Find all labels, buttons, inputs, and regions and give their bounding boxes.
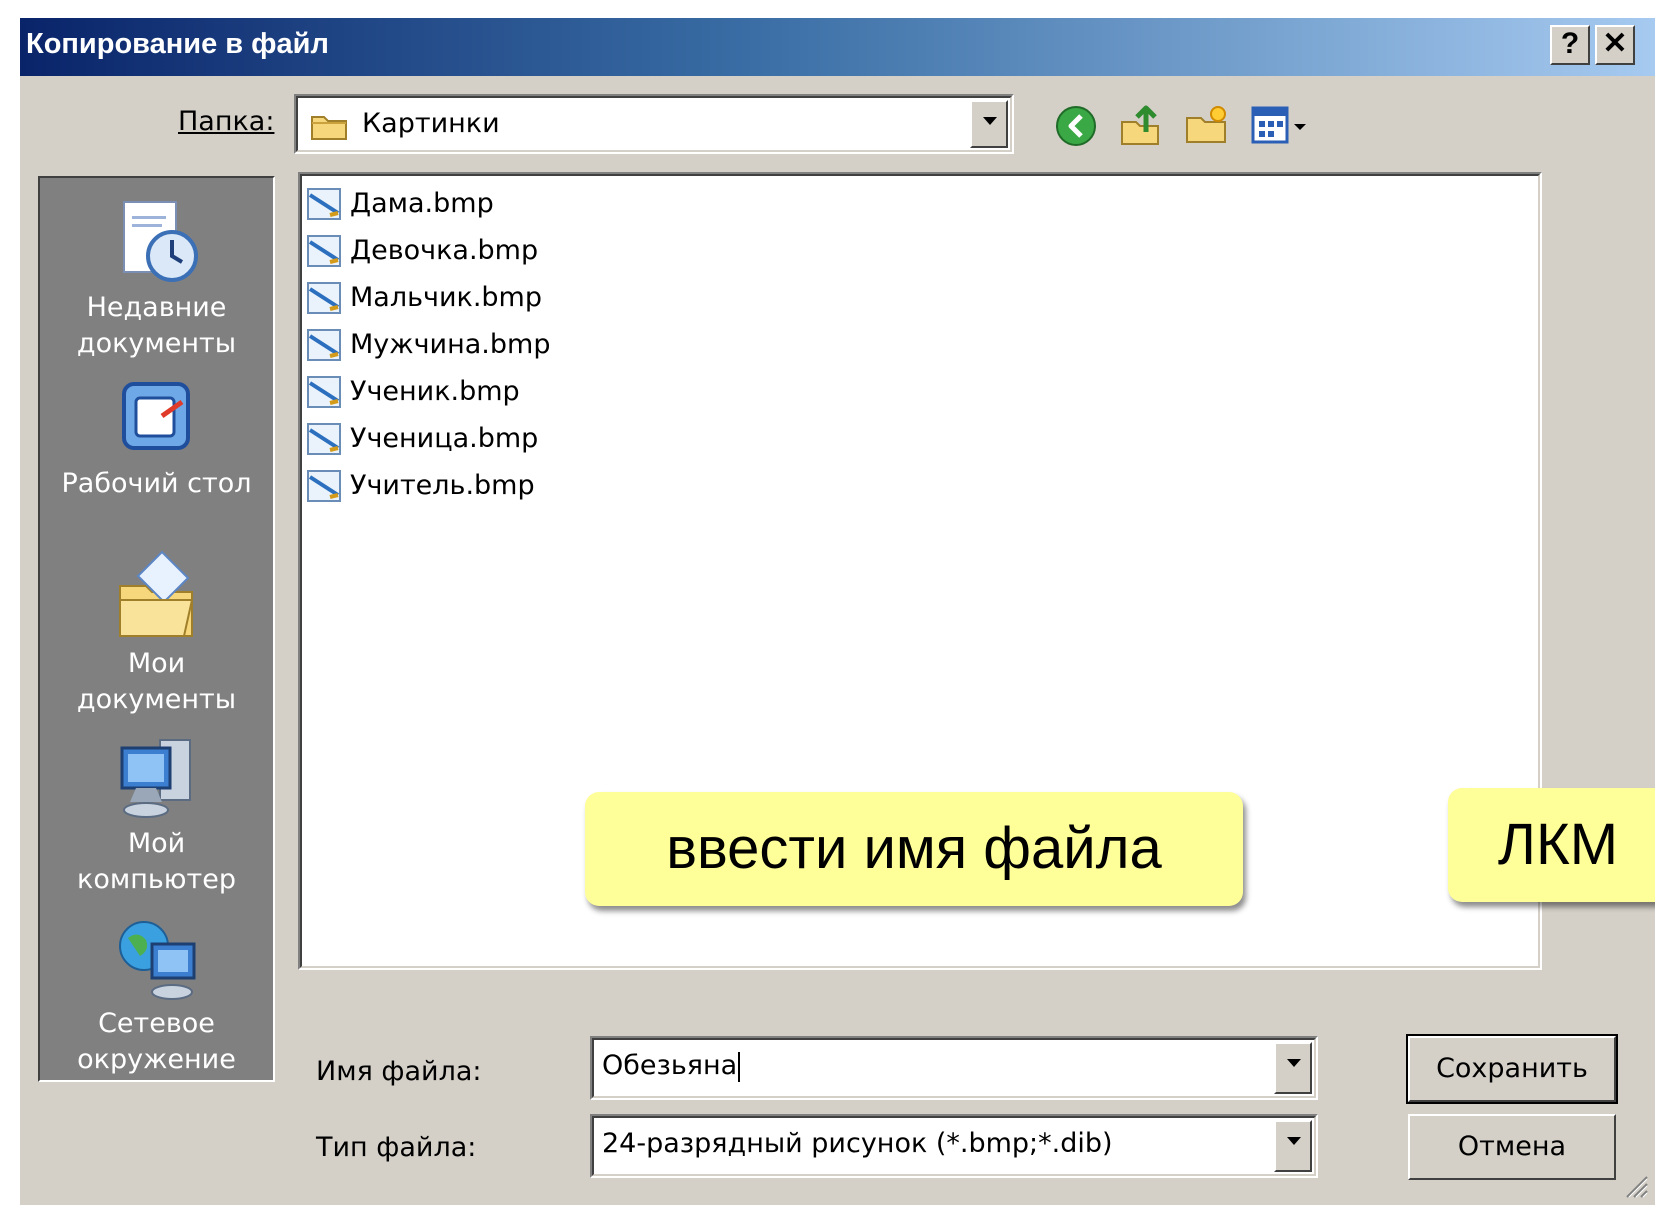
current-folder-name: Картинки [362, 108, 500, 139]
folder-label: Папка: [178, 106, 274, 137]
file-name: Мальчик.bmp [350, 281, 542, 313]
place-my-documents[interactable]: Мои документы [40, 546, 273, 718]
desktop-icon [121, 382, 190, 450]
help-button[interactable]: ? [1550, 25, 1590, 65]
file-item[interactable]: Девочка.bmp [306, 227, 538, 273]
my-computer-icon [120, 739, 191, 818]
network-icon [118, 921, 195, 1000]
recent-documents-icon [122, 201, 198, 282]
file-name: Учитель.bmp [350, 469, 535, 501]
new-folder-icon[interactable] [1184, 104, 1230, 148]
place-label: документы [76, 684, 237, 715]
view-menu-icon[interactable] [1250, 104, 1312, 148]
filename-label-text: Имя файла: [316, 1056, 482, 1087]
bitmap-file-icon [307, 235, 341, 267]
place-label: Сетевое [98, 1008, 215, 1039]
filetype-label: Тип файла: [316, 1132, 476, 1163]
back-icon[interactable] [1054, 104, 1098, 148]
file-name: Дама.bmp [350, 187, 494, 219]
file-name: Девочка.bmp [350, 234, 539, 266]
bitmap-file-icon [307, 282, 341, 314]
place-label: документы [76, 328, 237, 359]
file-item[interactable]: Ученик.bmp [306, 368, 520, 414]
filename-value: Обезьяна [602, 1050, 741, 1082]
close-button[interactable]: ✕ [1595, 25, 1635, 65]
filetype-select[interactable]: 24-разрядный рисунок (*.bmp;*.dib) [590, 1114, 1318, 1178]
place-label: компьютер [77, 864, 236, 895]
place-recent-documents[interactable]: Недавние документы [40, 194, 273, 362]
file-name: Мужчина.bmp [350, 328, 551, 360]
bitmap-file-icon [307, 470, 341, 502]
file-item[interactable]: Ученица.bmp [306, 415, 538, 461]
filename-label: Имя файла: [316, 1056, 481, 1087]
file-name: Ученица.bmp [350, 422, 539, 454]
bitmap-file-icon [307, 329, 341, 361]
folder-icon [311, 116, 347, 140]
filename-text: Обезьяна [602, 1050, 738, 1081]
file-item[interactable]: Мужчина.bmp [306, 321, 550, 367]
window-title: Копирование в файл [26, 28, 329, 60]
place-label: Рабочий стол [61, 468, 252, 499]
place-label: Мои [127, 648, 186, 679]
file-item[interactable]: Учитель.bmp [306, 462, 535, 508]
filetype-dropdown-button[interactable] [1274, 1120, 1312, 1172]
resize-grip-icon[interactable] [1621, 1171, 1649, 1199]
folder-dropdown-button[interactable] [970, 100, 1008, 148]
file-item[interactable]: Мальчик.bmp [306, 274, 542, 320]
text-caret [738, 1051, 741, 1082]
cancel-button[interactable]: Отмена [1408, 1114, 1616, 1180]
folder-select[interactable]: Картинки [294, 94, 1014, 154]
folder-label-text: Папка: [178, 106, 275, 137]
my-documents-icon [118, 550, 193, 637]
filename-dropdown-button[interactable] [1274, 1042, 1312, 1094]
up-folder-icon[interactable] [1118, 102, 1164, 148]
bitmap-file-icon [307, 423, 341, 455]
place-label: Недавние [86, 292, 227, 323]
bitmap-file-icon [307, 188, 341, 220]
place-network[interactable]: Сетевое окружение [40, 914, 273, 1078]
callout-enter-filename: ввести имя файла [585, 792, 1243, 906]
place-label: Мой [127, 828, 186, 859]
filetype-label-text: Тип файла: [316, 1132, 477, 1163]
callout-lmb: ЛКМ [1448, 788, 1655, 902]
bitmap-file-icon [307, 376, 341, 408]
places-bar: Недавние документы Рабочий стол Мои доку… [38, 176, 275, 1082]
file-item[interactable]: Дама.bmp [306, 180, 494, 226]
filetype-value: 24-разрядный рисунок (*.bmp;*.dib) [602, 1128, 1113, 1159]
place-label: окружение [77, 1044, 236, 1075]
filename-input[interactable]: Обезьяна [590, 1036, 1318, 1100]
place-my-computer[interactable]: Мой компьютер [40, 734, 273, 898]
save-dialog: Копирование в файл ? ✕ Папка: Картинки Н… [20, 18, 1655, 1205]
file-name: Ученик.bmp [350, 375, 520, 407]
title-bar[interactable]: Копирование в файл ? ✕ [20, 18, 1655, 76]
save-button[interactable]: Сохранить [1406, 1034, 1618, 1104]
place-desktop[interactable]: Рабочий стол [40, 376, 273, 502]
